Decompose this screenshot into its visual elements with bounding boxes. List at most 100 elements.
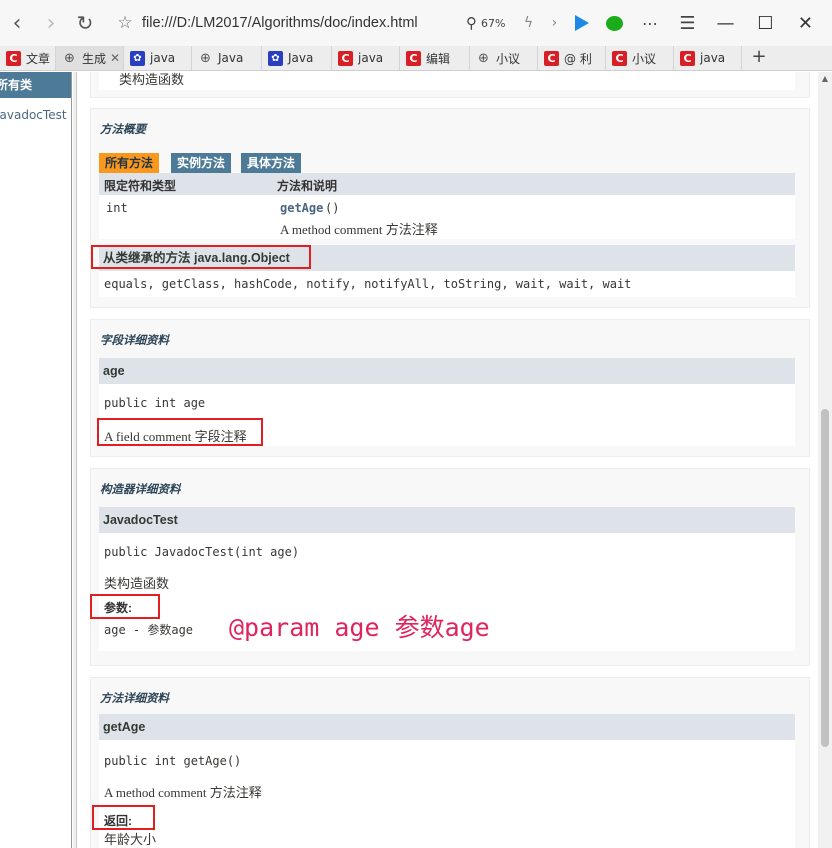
method-name: getAge: [103, 720, 146, 734]
forward-icon[interactable]: ›: [34, 0, 68, 46]
zoom-indicator[interactable]: ⚲ 67%: [466, 14, 505, 32]
constructor-summary-block: 类构造函数: [90, 72, 810, 98]
chevron-right-icon[interactable]: ›: [541, 15, 567, 31]
baidu-paw-icon: ✿: [130, 50, 145, 66]
method-table-row: int getAge () A method comment 方法注释: [99, 195, 795, 239]
zoom-level: 67%: [481, 16, 506, 30]
field-detail-title: 字段详细资料: [100, 333, 169, 347]
tab-at[interactable]: C @ 利: [538, 46, 606, 70]
close-window-icon[interactable]: ✕: [785, 13, 825, 34]
video-play-icon[interactable]: [567, 15, 597, 31]
method-detail-title: 方法详细资料: [100, 691, 169, 705]
method-summary-block: 方法概要 所有方法 实例方法 具体方法 限定符和类型 方法和说明 int get…: [90, 108, 810, 308]
tab-bianji[interactable]: C 编辑: [400, 46, 470, 70]
csdn-icon: C: [6, 50, 21, 66]
back-icon[interactable]: ‹: [0, 0, 34, 46]
tab-java-5[interactable]: Cjava: [674, 46, 742, 70]
wechat-icon[interactable]: [597, 15, 631, 31]
csdn-icon: C: [406, 50, 421, 66]
method-detail-body: public int getAge() A method comment 方法注…: [99, 740, 795, 848]
baidu-paw-icon: ✿: [268, 50, 283, 66]
tab-instance-methods[interactable]: 实例方法: [171, 153, 232, 173]
inherited-methods-row: equals, getClass, hashCode, notify, noti…: [99, 271, 795, 297]
address-bar[interactable]: file:///D:/LM2017/Algorithms/doc/index.h…: [142, 15, 452, 31]
tab-label: 小议: [632, 51, 657, 66]
tab-java-2[interactable]: ⊕ Java: [192, 46, 262, 70]
bookmark-star-icon[interactable]: ☆: [114, 13, 136, 33]
constructor-summary-row: 类构造函数: [99, 72, 795, 90]
method-detail-desc: A method comment 方法注释: [104, 785, 262, 800]
class-list-frame: 所有类 JavadocTest: [0, 72, 72, 848]
tab-label: 小议: [496, 51, 521, 66]
tab-java-4[interactable]: Cjava: [332, 46, 400, 70]
col-method-desc: 方法和说明: [277, 179, 338, 193]
globe-icon: ⊕: [200, 50, 211, 66]
method-signature: public int getAge(): [104, 754, 242, 768]
tab-label: 编辑: [426, 51, 451, 66]
highlight-params-label: [90, 594, 160, 619]
col-modifier-type: 限定符和类型: [104, 179, 177, 193]
tab-label: java: [150, 51, 176, 65]
field-name: age: [103, 364, 125, 378]
magnifier-icon: ⚲: [466, 14, 477, 32]
tab-all-methods[interactable]: 所有方法: [99, 153, 160, 173]
method-name-header: getAge: [99, 714, 795, 740]
highlight-field-comment: [97, 418, 263, 446]
constructor-summary-desc: 类构造函数: [119, 72, 185, 87]
tab-java-3[interactable]: ✿ Java: [262, 46, 332, 70]
tab-label: @ 利: [564, 51, 592, 66]
frame-divider[interactable]: [73, 72, 77, 848]
lightning-icon[interactable]: ϟ: [515, 15, 541, 31]
field-name-header: age: [99, 358, 795, 384]
inherited-methods-list[interactable]: equals, getClass, hashCode, notify, noti…: [104, 277, 631, 291]
csdn-icon: C: [338, 50, 353, 66]
method-summary-desc: A method comment 方法注释: [280, 222, 438, 237]
highlight-returns-label: [92, 805, 155, 830]
tab-label: java: [700, 51, 726, 65]
new-tab-button[interactable]: +: [742, 46, 776, 70]
globe-icon: ⊕: [64, 50, 75, 66]
menu-icon[interactable]: ☰: [669, 13, 705, 34]
minimize-icon[interactable]: —: [705, 13, 745, 34]
tab-java-1[interactable]: ✿ java: [124, 46, 192, 70]
tab-label: java: [358, 51, 384, 65]
method-tabs: 所有方法 实例方法 具体方法: [99, 153, 795, 174]
scrollbar-thumb[interactable]: [821, 409, 829, 747]
tab-label: 生成: [82, 51, 107, 66]
param-annotation: @param age 参数age: [229, 613, 490, 642]
csdn-icon: C: [612, 50, 627, 66]
method-link-getage[interactable]: getAge: [280, 201, 323, 215]
tab-shengcheng[interactable]: ⊕ 生成 ✕: [56, 46, 124, 70]
close-tab-icon[interactable]: ✕: [110, 51, 120, 65]
class-link-javadoctest[interactable]: JavadocTest: [0, 108, 71, 122]
tab-xiaoyi-1[interactable]: ⊕ 小议: [470, 46, 538, 70]
more-icon[interactable]: ⋯: [631, 14, 669, 33]
constructor-detail-title: 构造器详细资料: [100, 482, 181, 496]
constructor-name: JavadocTest: [103, 513, 178, 527]
returns-value: 年龄大小: [104, 832, 157, 847]
method-table-header: 限定符和类型 方法和说明: [99, 173, 795, 195]
tab-strip: C 文章 ⊕ 生成 ✕ ✿ java ⊕ Java ✿ Java Cjava C 编辑 ⊕ 小议…: [0, 46, 832, 71]
tab-label: Java: [218, 51, 244, 65]
constructor-signature: public JavadocTest(int age): [104, 545, 300, 559]
method-parens: (): [325, 201, 340, 215]
param-age: age - 参数age: [104, 623, 194, 637]
constructor-name-header: JavadocTest: [99, 507, 795, 533]
scroll-up-icon[interactable]: ▲: [818, 72, 832, 86]
csdn-icon: C: [544, 50, 559, 66]
globe-icon: ⊕: [478, 50, 489, 66]
tab-concrete-methods[interactable]: 具体方法: [241, 153, 302, 173]
tab-wenzhang[interactable]: C 文章: [0, 46, 56, 70]
vertical-scrollbar[interactable]: ▲: [818, 72, 832, 848]
method-summary-title: 方法概要: [100, 122, 146, 136]
method-detail-block: 方法详细资料 getAge public int getAge() A meth…: [90, 677, 810, 848]
field-signature: public int age: [104, 396, 206, 410]
method-return-type: int: [106, 201, 128, 215]
csdn-icon: C: [680, 50, 695, 66]
all-classes-header: 所有类: [0, 72, 71, 98]
highlight-inherited-methods: [91, 245, 311, 269]
tab-xiaoyi-2[interactable]: C 小议: [606, 46, 674, 70]
reload-icon[interactable]: ↻: [68, 0, 102, 46]
tab-label: Java: [288, 51, 314, 65]
maximize-icon[interactable]: ☐: [745, 13, 785, 34]
